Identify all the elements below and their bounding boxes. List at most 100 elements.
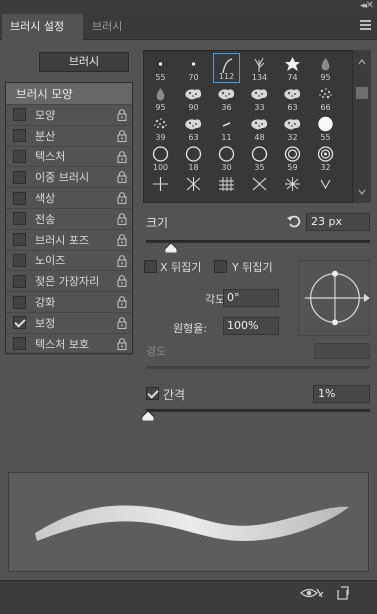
spacing-field[interactable]: 1% [313,385,370,403]
panel-menu-icon[interactable] [360,20,371,30]
brush-tip[interactable]: 63 [279,83,306,113]
brush-tip[interactable] [147,173,174,203]
brush-tip[interactable]: 48 [246,113,273,143]
size-slider-thumb[interactable] [164,243,177,253]
brush-tip-size: 63 [188,133,199,142]
brush-tip-size: 32 [287,133,298,142]
lock-icon[interactable] [117,233,127,246]
brush-tip[interactable]: 33 [246,83,273,113]
brush-tip[interactable]: 35 [246,143,273,173]
brush-tip-glyph [158,62,163,66]
lock-icon[interactable] [117,192,127,205]
option-checkbox[interactable] [13,337,26,351]
option-row[interactable]: 텍스처 보호 [6,334,132,355]
option-row[interactable]: 전송 [6,209,132,230]
lock-icon[interactable] [117,150,127,163]
lock-icon[interactable] [117,337,127,350]
option-checkbox[interactable] [13,212,26,226]
flip-y-label: Y 뒤집기 [232,261,273,274]
brush-tip[interactable]: 63 [180,113,207,143]
option-checkbox[interactable] [13,129,26,143]
option-row[interactable]: 모양 [6,105,132,126]
option-row[interactable]: 브러시 포즈 [6,230,132,251]
tab-brush-settings[interactable]: 브러시 설정 [2,14,83,40]
lock-icon[interactable] [117,275,127,288]
brush-grid-scrollbar[interactable] [352,50,371,203]
option-checkbox[interactable] [13,191,26,205]
close-panel-icon[interactable]: ✕ [366,0,374,11]
brush-tip[interactable]: 59 [279,143,306,173]
brush-tip[interactable]: 32 [279,113,306,143]
brush-tip[interactable]: 66 [312,83,339,113]
brush-tip[interactable]: 100 [147,143,174,173]
panel-top-bar: ◂◂ ✕ [0,0,377,14]
brush-tip[interactable] [312,173,339,203]
lock-icon[interactable] [117,317,127,329]
brush-tip[interactable]: 74 [279,53,306,83]
brush-tip[interactable]: 55 [312,113,339,143]
brush-tip[interactable] [180,173,207,203]
option-checkbox[interactable] [13,253,26,267]
lock-icon[interactable] [117,129,127,142]
option-row[interactable]: 이중 브러시 [6,167,132,189]
lock-icon[interactable] [117,254,127,267]
option-row[interactable]: 텍스처 [6,147,132,168]
brush-tip[interactable]: 30 [213,143,240,173]
option-row[interactable]: 노이즈 [6,251,132,272]
spacing-slider-thumb[interactable] [142,411,155,421]
brush-tip[interactable]: 70 [180,53,207,83]
flip-y-checkbox[interactable] [214,260,227,273]
lock-icon[interactable] [117,171,127,184]
tab-brush[interactable]: 브러시 [84,14,130,40]
option-checkbox[interactable] [13,149,26,163]
option-checkbox[interactable] [13,316,26,330]
brush-tip[interactable]: 112 [213,53,240,83]
option-row[interactable]: 분산 [6,126,132,147]
option-row[interactable]: 색상 [6,188,132,209]
option-checkbox[interactable] [13,274,26,288]
option-brush-tip-shape[interactable]: 브러시 모양 [6,83,132,105]
option-row[interactable]: 보정 [6,313,132,334]
brush-tip[interactable] [213,173,240,203]
brush-tip-glyph [219,177,234,191]
option-checkbox[interactable] [13,233,26,247]
brush-tip[interactable] [279,173,306,203]
roundness-field[interactable]: 100% [223,317,279,335]
brush-tip-size: 35 [254,163,265,172]
brush-tip[interactable]: 95 [147,83,174,113]
new-brush-icon[interactable] [335,586,349,600]
scroll-down-icon[interactable] [358,188,366,196]
flip-x-checkbox[interactable] [144,260,157,273]
brush-tip[interactable]: 36 [213,83,240,113]
lock-icon[interactable] [117,109,127,121]
reset-icon[interactable] [286,213,302,229]
option-row[interactable]: 젖은 가장자리 [6,271,132,293]
scroll-up-icon[interactable] [358,58,366,66]
brush-tip[interactable] [246,173,273,203]
collapse-panel-icon[interactable]: ◂◂ [360,1,367,11]
option-row[interactable]: 강화 [6,292,132,313]
brush-tip[interactable]: 39 [147,113,174,143]
brush-tip[interactable]: 32 [312,143,339,173]
brush-tip[interactable]: 11 [213,113,240,143]
lock-icon[interactable] [117,213,127,225]
angle-roundness-preview[interactable] [298,260,370,336]
brush-presets-button[interactable]: 브러시 [39,52,129,72]
spacing-slider[interactable] [146,409,370,412]
brush-tip[interactable]: 134 [246,53,273,83]
angle-field[interactable]: 0° [223,289,279,307]
spacing-checkbox[interactable] [146,387,159,400]
lock-icon[interactable] [117,296,127,309]
option-checkbox[interactable] [13,295,26,309]
size-field[interactable]: 23 px [306,213,370,231]
scroll-thumb[interactable] [356,87,368,99]
preview-eye-icon[interactable] [300,586,324,600]
brush-tip[interactable]: 90 [180,83,207,113]
brush-tip[interactable]: 95 [312,53,339,83]
size-slider[interactable] [146,240,370,243]
brush-tip-glyph [252,177,267,191]
brush-tip[interactable]: 18 [180,143,207,173]
brush-tip[interactable]: 55 [147,53,174,83]
option-checkbox[interactable] [13,170,26,184]
option-checkbox[interactable] [13,108,26,122]
